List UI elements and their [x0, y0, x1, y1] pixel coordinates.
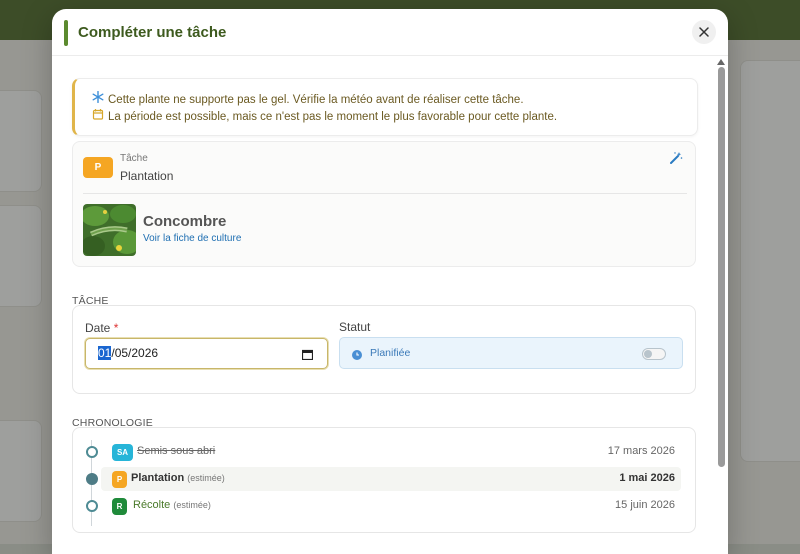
timeline-item[interactable]: SA Semis sous abri 17 mars 2026 [101, 440, 681, 464]
timeline-date: 15 juin 2026 [615, 499, 675, 511]
magic-wand-icon [670, 152, 683, 164]
status-label: Statut [339, 320, 371, 334]
timeline-dot-current [86, 473, 98, 485]
modal-title: Compléter une tâche [78, 24, 227, 41]
plant-sheet-link[interactable]: Voir la fiche de culture [143, 233, 241, 244]
date-value: 01/05/2026 [98, 346, 159, 360]
frost-warning: Cette plante ne supporte pas le gel. Vér… [91, 90, 524, 106]
timeline-badge: SA [112, 444, 133, 461]
calendar-picker-icon[interactable] [301, 347, 314, 365]
period-warning-text: La période est possible, mais ce n'est p… [108, 111, 558, 123]
task-name: Plantation [120, 169, 174, 183]
edit-task-button[interactable] [669, 151, 685, 167]
task-label: Tâche [120, 153, 148, 164]
plant-name: Concombre [143, 213, 227, 230]
close-button[interactable] [692, 20, 716, 44]
timeline-name: Récolte (estimée) [133, 499, 211, 511]
modal-body[interactable]: Cette plante ne supporte pas le gel. Vér… [52, 56, 728, 554]
task-form-card: Date * 01/05/2026 Statut Planifiée [72, 305, 696, 394]
timeline-name: Semis sous abri [137, 445, 216, 457]
date-label: Date * [85, 321, 119, 335]
scroll-up-arrow[interactable] [717, 59, 725, 65]
timeline-dot [86, 500, 98, 512]
status-toggle[interactable] [642, 348, 666, 360]
status-field[interactable]: Planifiée [339, 337, 683, 369]
timeline-dot [86, 446, 98, 458]
task-card: P Tâche Plantation Concombre Voir la fic… [72, 141, 696, 267]
scrollbar-thumb[interactable] [718, 67, 725, 467]
snowflake-icon [91, 90, 105, 106]
frost-warning-text: Cette plante ne supporte pas le gel. Vér… [108, 94, 524, 106]
complete-task-modal: Compléter une tâche Cette plante ne supp… [52, 9, 728, 554]
calendar-icon [91, 108, 105, 123]
modal-header: Compléter une tâche [52, 9, 728, 56]
task-badge: P [83, 157, 113, 178]
warning-alert: Cette plante ne supporte pas le gel. Vér… [72, 78, 698, 136]
timeline-date: 1 mai 2026 [619, 472, 675, 484]
clock-icon [352, 347, 362, 365]
divider [83, 193, 687, 194]
timeline-card: SA Semis sous abri 17 mars 2026 P Planta… [72, 427, 696, 533]
title-accent-bar [64, 20, 68, 46]
timeline-date: 17 mars 2026 [607, 445, 675, 457]
timeline-badge: P [112, 471, 127, 488]
plant-photo [83, 204, 136, 256]
close-icon [699, 27, 709, 37]
toggle-knob [644, 350, 652, 358]
date-input[interactable]: 01/05/2026 [85, 338, 328, 369]
period-warning: La période est possible, mais ce n'est p… [91, 108, 557, 123]
timeline-badge: R [112, 498, 127, 515]
timeline-name: Plantation (estimée) [131, 472, 225, 484]
timeline-item[interactable]: R Récolte (estimée) 15 juin 2026 [101, 494, 681, 518]
status-value: Planifiée [370, 347, 411, 359]
timeline-item-current[interactable]: P Plantation (estimée) 1 mai 2026 [101, 467, 681, 491]
